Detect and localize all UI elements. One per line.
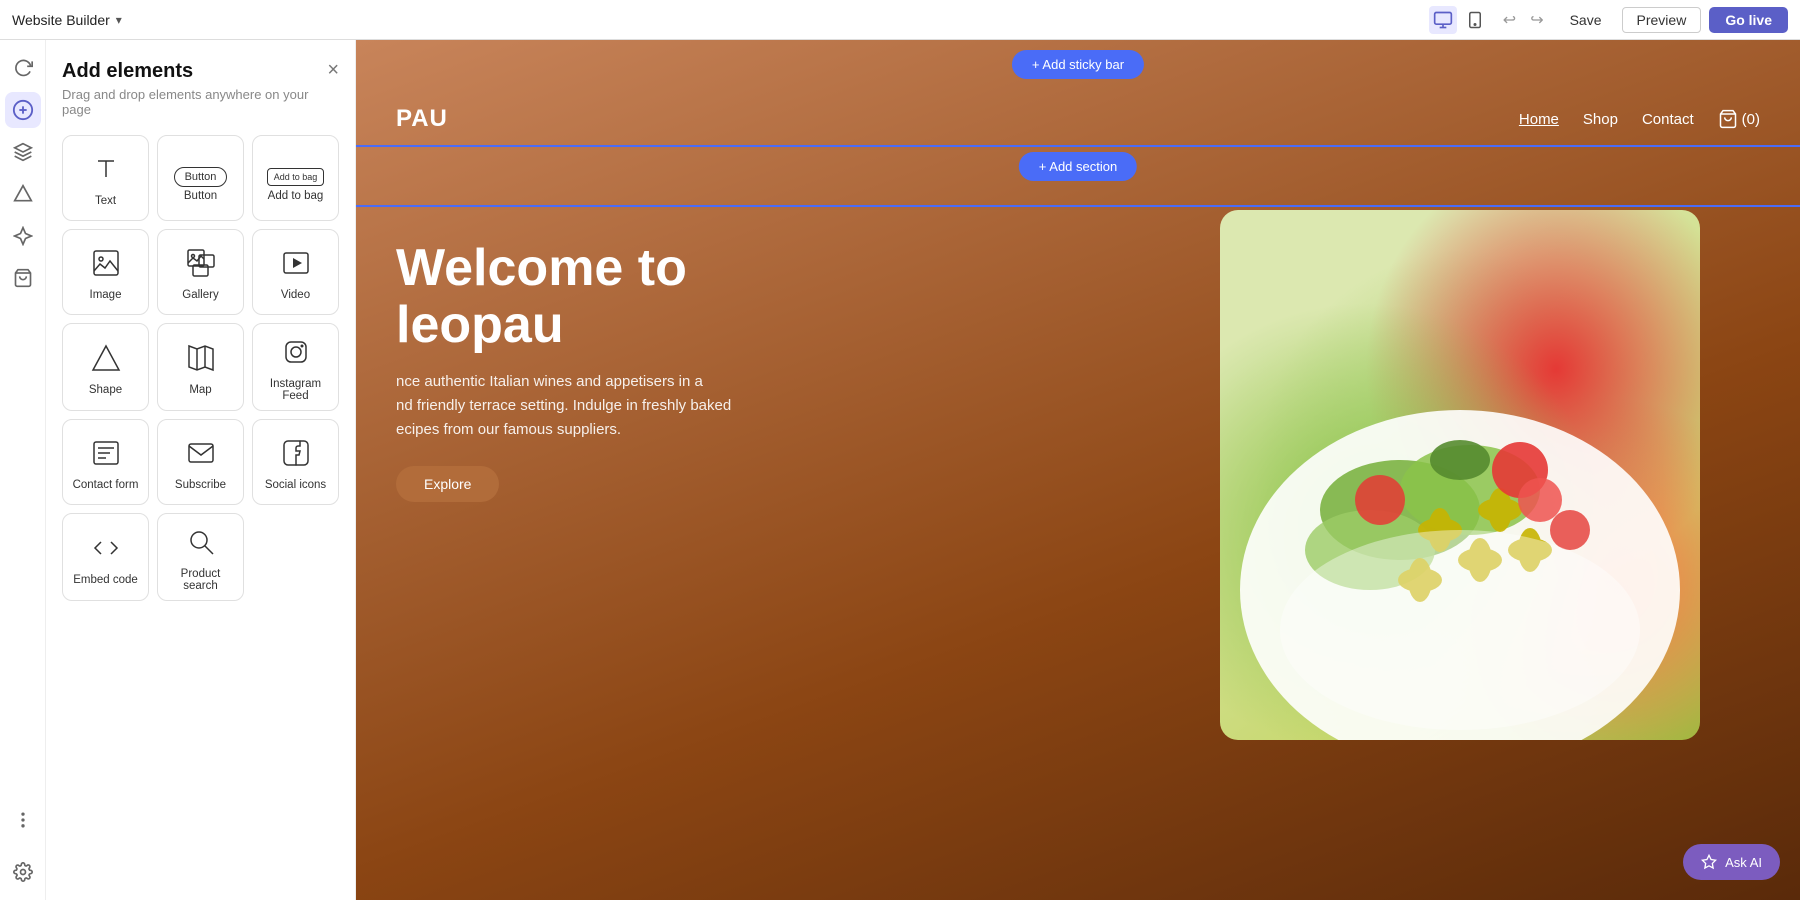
- app-title: Website Builder: [12, 12, 110, 28]
- element-video[interactable]: Video: [252, 229, 339, 315]
- element-social-icons[interactable]: Social icons: [252, 419, 339, 505]
- gallery-icon: [185, 247, 217, 283]
- image-icon: [90, 247, 122, 283]
- section-border-bottom: [356, 205, 1800, 207]
- go-live-button[interactable]: Go live: [1709, 7, 1788, 33]
- top-bar-right: ↩ ↪ Save Preview Go live: [1429, 6, 1788, 34]
- add-to-bag-icon: Add to bag: [267, 158, 325, 184]
- canvas-nav-links: Home Shop Contact (0): [1519, 109, 1760, 129]
- product-search-label: Product search: [166, 568, 235, 592]
- map-icon: [185, 342, 217, 378]
- element-image[interactable]: Image: [62, 229, 149, 315]
- add-sticky-bar-button[interactable]: + Add sticky bar: [1012, 50, 1144, 79]
- shape-label: Shape: [89, 384, 122, 396]
- hero-body: nce authentic Italian wines and appetise…: [396, 370, 731, 442]
- video-label: Video: [281, 289, 310, 301]
- social-icons-label: Social icons: [265, 479, 326, 491]
- mobile-icon[interactable]: [1461, 6, 1489, 34]
- add-section-button[interactable]: + Add section: [1019, 152, 1137, 181]
- explore-button[interactable]: Explore: [396, 466, 499, 502]
- nav-link-shop[interactable]: Shop: [1583, 111, 1618, 128]
- element-map[interactable]: Map: [157, 323, 244, 411]
- shape-icon: [90, 342, 122, 378]
- map-label: Map: [189, 384, 211, 396]
- settings-icon[interactable]: [5, 854, 41, 890]
- layers-icon[interactable]: [5, 134, 41, 170]
- element-gallery[interactable]: Gallery: [157, 229, 244, 315]
- elements-grid: Text Button Button Add to bag Add to bag: [62, 135, 339, 601]
- cart-count: (0): [1742, 111, 1760, 128]
- store-icon[interactable]: [5, 260, 41, 296]
- element-text[interactable]: Text: [62, 135, 149, 221]
- undo-redo-controls: ↩ ↪: [1497, 6, 1550, 34]
- ask-ai-label: Ask AI: [1725, 855, 1762, 870]
- chevron-down-icon[interactable]: ▾: [116, 13, 122, 27]
- element-subscribe[interactable]: Subscribe: [157, 419, 244, 505]
- section-border-top: [356, 145, 1800, 147]
- ai-sparkle-icon[interactable]: [5, 218, 41, 254]
- panel-subtitle: Drag and drop elements anywhere on your …: [62, 87, 339, 117]
- add-elements-icon[interactable]: [5, 92, 41, 128]
- element-embed-code[interactable]: Embed code: [62, 513, 149, 601]
- top-bar-left: Website Builder ▾: [12, 12, 122, 28]
- panel-header: Add elements ×: [62, 60, 339, 83]
- element-shape[interactable]: Shape: [62, 323, 149, 411]
- embed-code-label: Embed code: [73, 574, 138, 586]
- nav-link-home[interactable]: Home: [1519, 111, 1559, 128]
- cart-icon-area[interactable]: (0): [1718, 109, 1760, 129]
- shapes-icon[interactable]: [5, 176, 41, 212]
- element-add-to-bag[interactable]: Add to bag Add to bag: [252, 135, 339, 221]
- ask-ai-button[interactable]: Ask AI: [1683, 844, 1780, 880]
- panel-title: Add elements: [62, 60, 193, 83]
- device-switcher: [1429, 6, 1489, 34]
- contact-form-label: Contact form: [73, 479, 139, 491]
- add-elements-panel: Add elements × Drag and drop elements an…: [46, 40, 356, 900]
- main-layout: Add elements × Drag and drop elements an…: [0, 40, 1800, 900]
- product-search-icon: [185, 526, 217, 562]
- subscribe-icon: [185, 437, 217, 473]
- image-label: Image: [90, 289, 122, 301]
- food-image: [1220, 210, 1700, 740]
- button-label: Button: [184, 190, 217, 202]
- subscribe-label: Subscribe: [175, 479, 226, 491]
- canvas-nav: PAU Home Shop Contact (0): [356, 95, 1800, 143]
- instagram-label: Instagram Feed: [261, 378, 330, 402]
- text-icon: [90, 153, 122, 189]
- top-bar: Website Builder ▾ ↩ ↪ Save Preview Go li…: [0, 0, 1800, 40]
- save-button[interactable]: Save: [1558, 8, 1614, 32]
- element-button[interactable]: Button Button: [157, 135, 244, 221]
- refresh-icon[interactable]: [5, 50, 41, 86]
- canvas-hero: Welcome toleopau nce authentic Italian w…: [396, 240, 731, 502]
- gallery-label: Gallery: [182, 289, 218, 301]
- preview-button[interactable]: Preview: [1622, 7, 1702, 33]
- nav-link-contact[interactable]: Contact: [1642, 111, 1694, 128]
- contact-form-icon: [90, 437, 122, 473]
- embed-code-icon: [90, 532, 122, 568]
- canvas-area: + Add sticky bar + Add section PAU Home …: [356, 40, 1800, 900]
- pasta-svg: [1220, 210, 1700, 740]
- desktop-icon[interactable]: [1429, 6, 1457, 34]
- social-icons-icon: [280, 437, 312, 473]
- element-instagram[interactable]: Instagram Feed: [252, 323, 339, 411]
- text-label: Text: [95, 195, 116, 207]
- food-image-inner: [1220, 210, 1700, 740]
- panel-close-button[interactable]: ×: [327, 60, 339, 80]
- element-product-search[interactable]: Product search: [157, 513, 244, 601]
- canvas-logo: PAU: [396, 105, 448, 133]
- button-icon: Button: [174, 158, 228, 184]
- instagram-icon: [280, 336, 312, 372]
- video-icon: [280, 247, 312, 283]
- sidebar-icons: [0, 40, 46, 900]
- undo-button[interactable]: ↩: [1497, 6, 1522, 34]
- redo-button[interactable]: ↪: [1524, 6, 1549, 34]
- add-to-bag-label: Add to bag: [268, 190, 324, 202]
- more-icon[interactable]: [5, 802, 41, 838]
- hero-title: Welcome toleopau: [396, 240, 731, 354]
- element-contact-form[interactable]: Contact form: [62, 419, 149, 505]
